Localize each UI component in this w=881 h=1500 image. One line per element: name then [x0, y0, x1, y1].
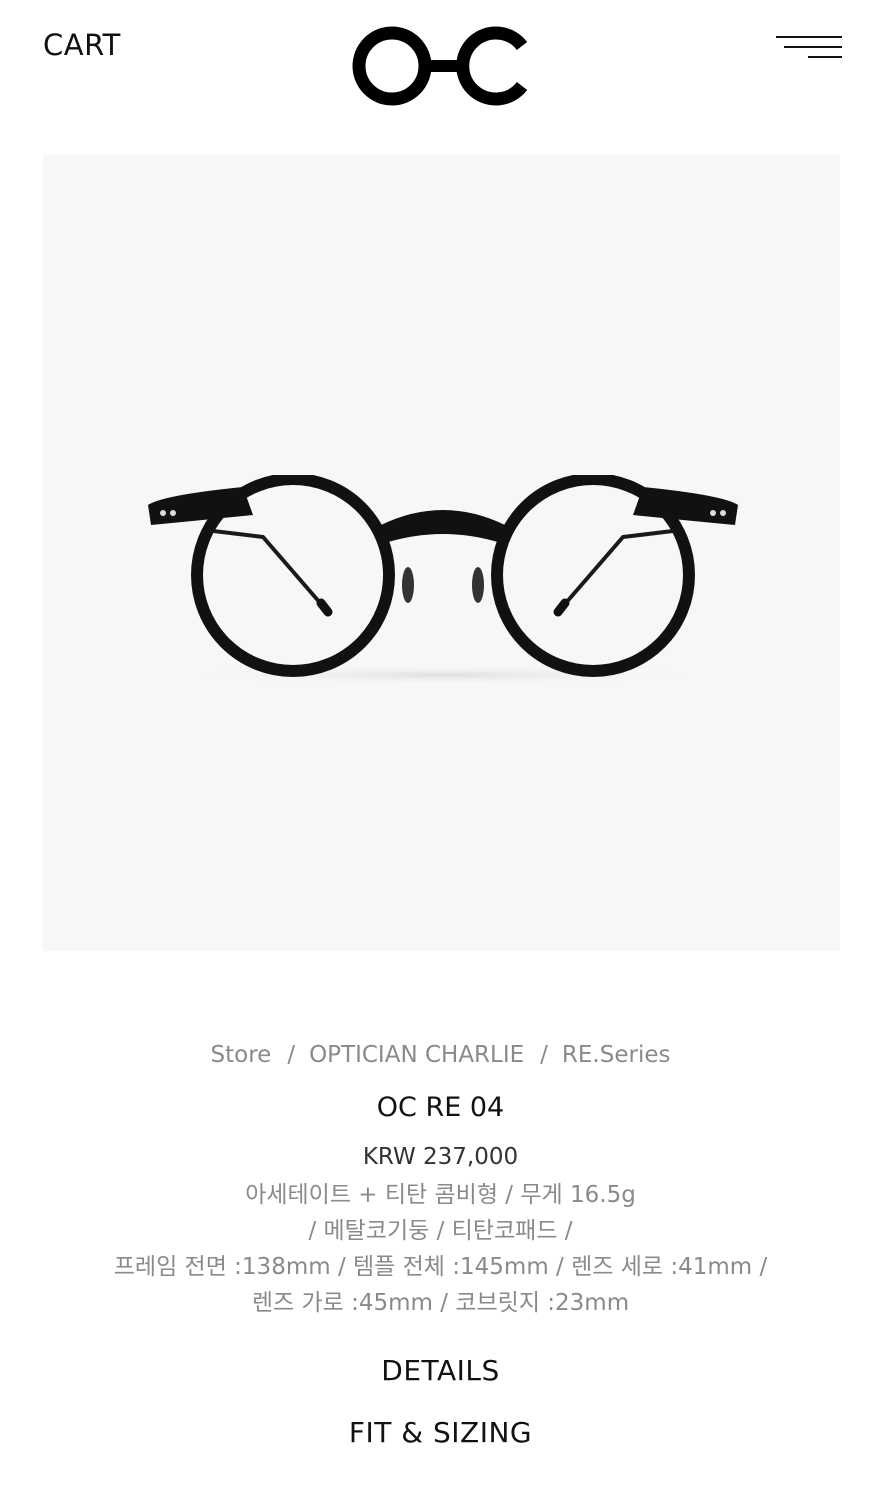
product-image [43, 155, 840, 951]
description-line: 프레임 전면 :138mm / 템플 전체 :145mm / 렌즈 세로 :41… [113, 1254, 768, 1280]
breadcrumb-separator: / [540, 1042, 548, 1068]
breadcrumb-separator: / [287, 1042, 296, 1068]
fit-sizing-toggle[interactable]: FIT & SIZING [0, 1413, 881, 1453]
description-line: 렌즈 가로 :45mm / 코브릿지 :23mm [251, 1290, 630, 1316]
product-info: Store / OPTICIAN CHARLIE / RE.Series OC RE 0… [0, 1035, 881, 1453]
product-price: KRW 237,000 [362, 1144, 519, 1170]
description-line: / 메탈코기둥 / 티탄코패드 / [308, 1218, 573, 1244]
product-description: 아세테이트 + 티탄 콤비형 / 무게 16.5g / 메탈코기둥 / 티탄코패… [0, 1177, 881, 1321]
breadcrumb-brand[interactable]: OPTICIAN CHARLIE [309, 1042, 524, 1068]
cart-link[interactable]: CART [43, 28, 121, 62]
breadcrumb: Store / OPTICIAN CHARLIE / RE.Series [0, 1035, 881, 1075]
eyeglasses-illustration [148, 475, 738, 685]
breadcrumb-store[interactable]: Store [211, 1042, 272, 1068]
brand-logo[interactable] [352, 24, 530, 108]
details-toggle[interactable]: DETAILS [0, 1351, 881, 1391]
product-title: OC RE 04 [376, 1092, 505, 1123]
description-line: 아세테이트 + 티탄 콤비형 / 무게 16.5g [245, 1182, 636, 1208]
breadcrumb-series[interactable]: RE.Series [562, 1042, 671, 1068]
hamburger-menu-icon[interactable] [774, 34, 842, 64]
header: CART [0, 0, 881, 130]
